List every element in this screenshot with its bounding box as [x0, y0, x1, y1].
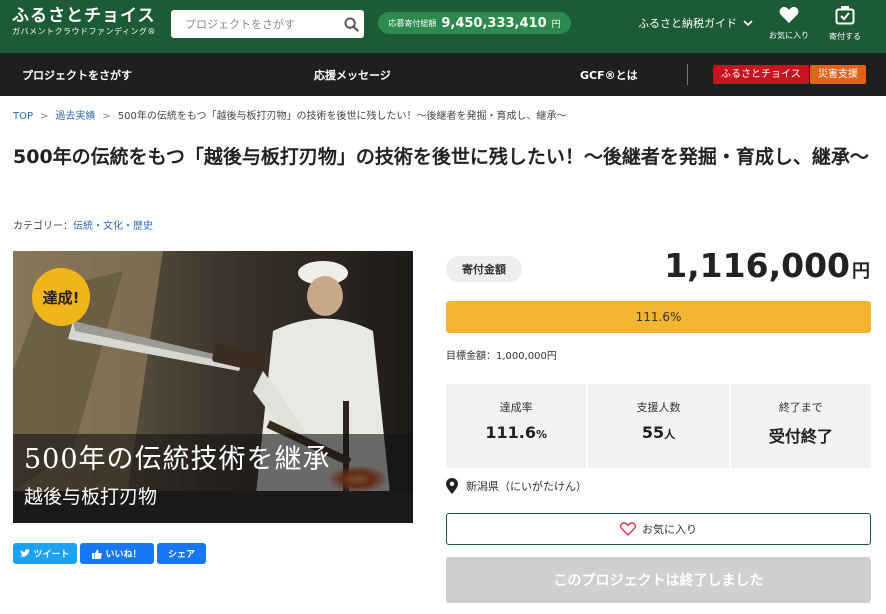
total-label: 応募寄付総額 — [388, 18, 437, 28]
stat-value: 55人 — [588, 423, 728, 442]
disaster-support-button[interactable]: 災害支援 — [810, 65, 866, 84]
stat-label: 終了まで — [778, 401, 823, 414]
goal-amount: 目標金額：1,000,000円 — [446, 351, 557, 362]
amount-unit: 円 — [852, 261, 870, 282]
project-ended-button: このプロジェクトは終了しました — [446, 557, 871, 603]
total-donations-badge: 応募寄付総額 9,450,333,410 円 — [378, 12, 571, 34]
project-image: 達成! 500年の伝統技術を継承 越後与板打刃物 — [13, 251, 413, 523]
like-label: いいね！ — [105, 550, 142, 560]
breadcrumb-separator: > — [102, 111, 111, 122]
breadcrumb: TOP > 過去実績 >500年の伝統をもつ「越後与板打刃物」の技術を後世に残したい！… — [13, 107, 566, 122]
donate-label: 寄付する — [829, 32, 861, 41]
total-unit: 円 — [551, 19, 561, 30]
donation-amount: 1,116,000 円 — [664, 246, 870, 285]
site-logo[interactable]: ふるさとチョイス ガバメントクラウドファンディング® — [12, 6, 156, 38]
search-box — [171, 10, 364, 38]
breadcrumb-separator: > — [40, 111, 49, 122]
site-header: ふるさとチョイス ガバメントクラウドファンディング® 応募寄付総額 9,450,… — [0, 0, 886, 53]
search-input[interactable] — [171, 10, 337, 38]
nav-item-about-gcf[interactable]: GCF®とは — [580, 67, 638, 83]
favorite-button-label: お気に入り — [642, 523, 697, 536]
favorites-link[interactable]: お気に入り — [764, 6, 814, 41]
nav-item-messages[interactable]: 応援メッセージ — [314, 67, 391, 83]
supporters-value: 55 — [641, 423, 665, 442]
share-label: シェア — [167, 550, 195, 560]
amount-label-pill: 寄付金額 — [446, 256, 522, 282]
page-title: 500年の伝統をもつ「越後与板打刃物」の技術を後世に残したい！〜後継者を発掘・育… — [13, 146, 869, 168]
logo-main-text: ふるさとチョイス — [12, 6, 156, 26]
category-link[interactable]: 伝統・文化・歴史 — [73, 221, 153, 232]
stat-supporters: 支援人数 55人 — [586, 384, 728, 468]
progress-label: 111.6% — [635, 310, 682, 324]
search-icon — [343, 16, 359, 32]
stat-remaining: 終了まで 受付終了 — [728, 384, 871, 468]
gift-icon — [835, 6, 855, 25]
breadcrumb-past[interactable]: 過去実績 — [55, 111, 95, 122]
twitter-bird-icon — [20, 549, 31, 557]
image-main-text: 500年の伝統技術を継承 — [24, 444, 331, 475]
stat-achievement-rate: 達成率 111.6% — [446, 384, 586, 468]
stats-panel: 達成率 111.6% 支援人数 55人 終了まで 受付終了 — [446, 384, 871, 468]
breadcrumb-top[interactable]: TOP — [13, 111, 33, 122]
nav-item-find-projects[interactable]: プロジェクトをさがす — [22, 67, 132, 83]
search-button[interactable] — [338, 10, 364, 38]
remaining-value: 受付終了 — [768, 427, 833, 446]
tweet-label: ツイート — [33, 550, 70, 560]
chevron-down-icon — [743, 19, 753, 26]
location: 新潟県（にいがたけん） — [446, 478, 587, 494]
furusato-guide-menu[interactable]: ふるさと納税ガイド — [638, 15, 753, 31]
heart-icon — [779, 7, 799, 23]
nav-divider — [687, 64, 688, 85]
rate-value: 111.6 — [485, 423, 536, 442]
progress-bar: 111.6% — [446, 301, 871, 333]
logo-sub-text: ガバメントクラウドファンディング® — [12, 27, 156, 36]
category-label: カテゴリー： — [13, 221, 73, 232]
thumbs-up-icon — [92, 549, 103, 559]
image-sub-text: 越後与板打刃物 — [24, 486, 158, 508]
stat-label: 支援人数 — [636, 401, 681, 414]
location-text: 新潟県（にいがたけん） — [466, 480, 587, 493]
achieved-badge: 達成! — [32, 268, 90, 326]
amount-value: 1,116,000 — [664, 246, 850, 285]
location-pin-icon — [446, 478, 458, 494]
like-button[interactable]: いいね！ — [80, 543, 154, 564]
category-line: カテゴリー：伝統・文化・歴史 — [13, 217, 153, 232]
donate-link[interactable]: 寄付する — [820, 6, 870, 42]
share-button[interactable]: シェア — [157, 543, 206, 564]
stat-label: 達成率 — [499, 401, 533, 414]
add-favorite-button[interactable]: お気に入り — [446, 513, 871, 545]
guide-label: ふるさと納税ガイド — [638, 17, 737, 30]
favorites-label: お気に入り — [769, 31, 809, 40]
main-nav: プロジェクトをさがす 応援メッセージ GCF®とは ふるさとチョイス 災害支援 — [0, 53, 886, 96]
rate-unit: % — [535, 428, 547, 441]
stat-value: 111.6% — [446, 423, 586, 442]
supporters-unit: 人 — [664, 428, 676, 441]
heart-outline-icon — [620, 522, 636, 536]
breadcrumb-current: 500年の伝統をもつ「越後与板打刃物」の技術を後世に残したい！〜後継者を発掘・育… — [117, 111, 567, 122]
furusato-choice-button[interactable]: ふるさとチョイス — [713, 65, 809, 84]
total-value: 9,450,333,410 — [441, 15, 547, 31]
tweet-button[interactable]: ツイート — [13, 543, 77, 564]
